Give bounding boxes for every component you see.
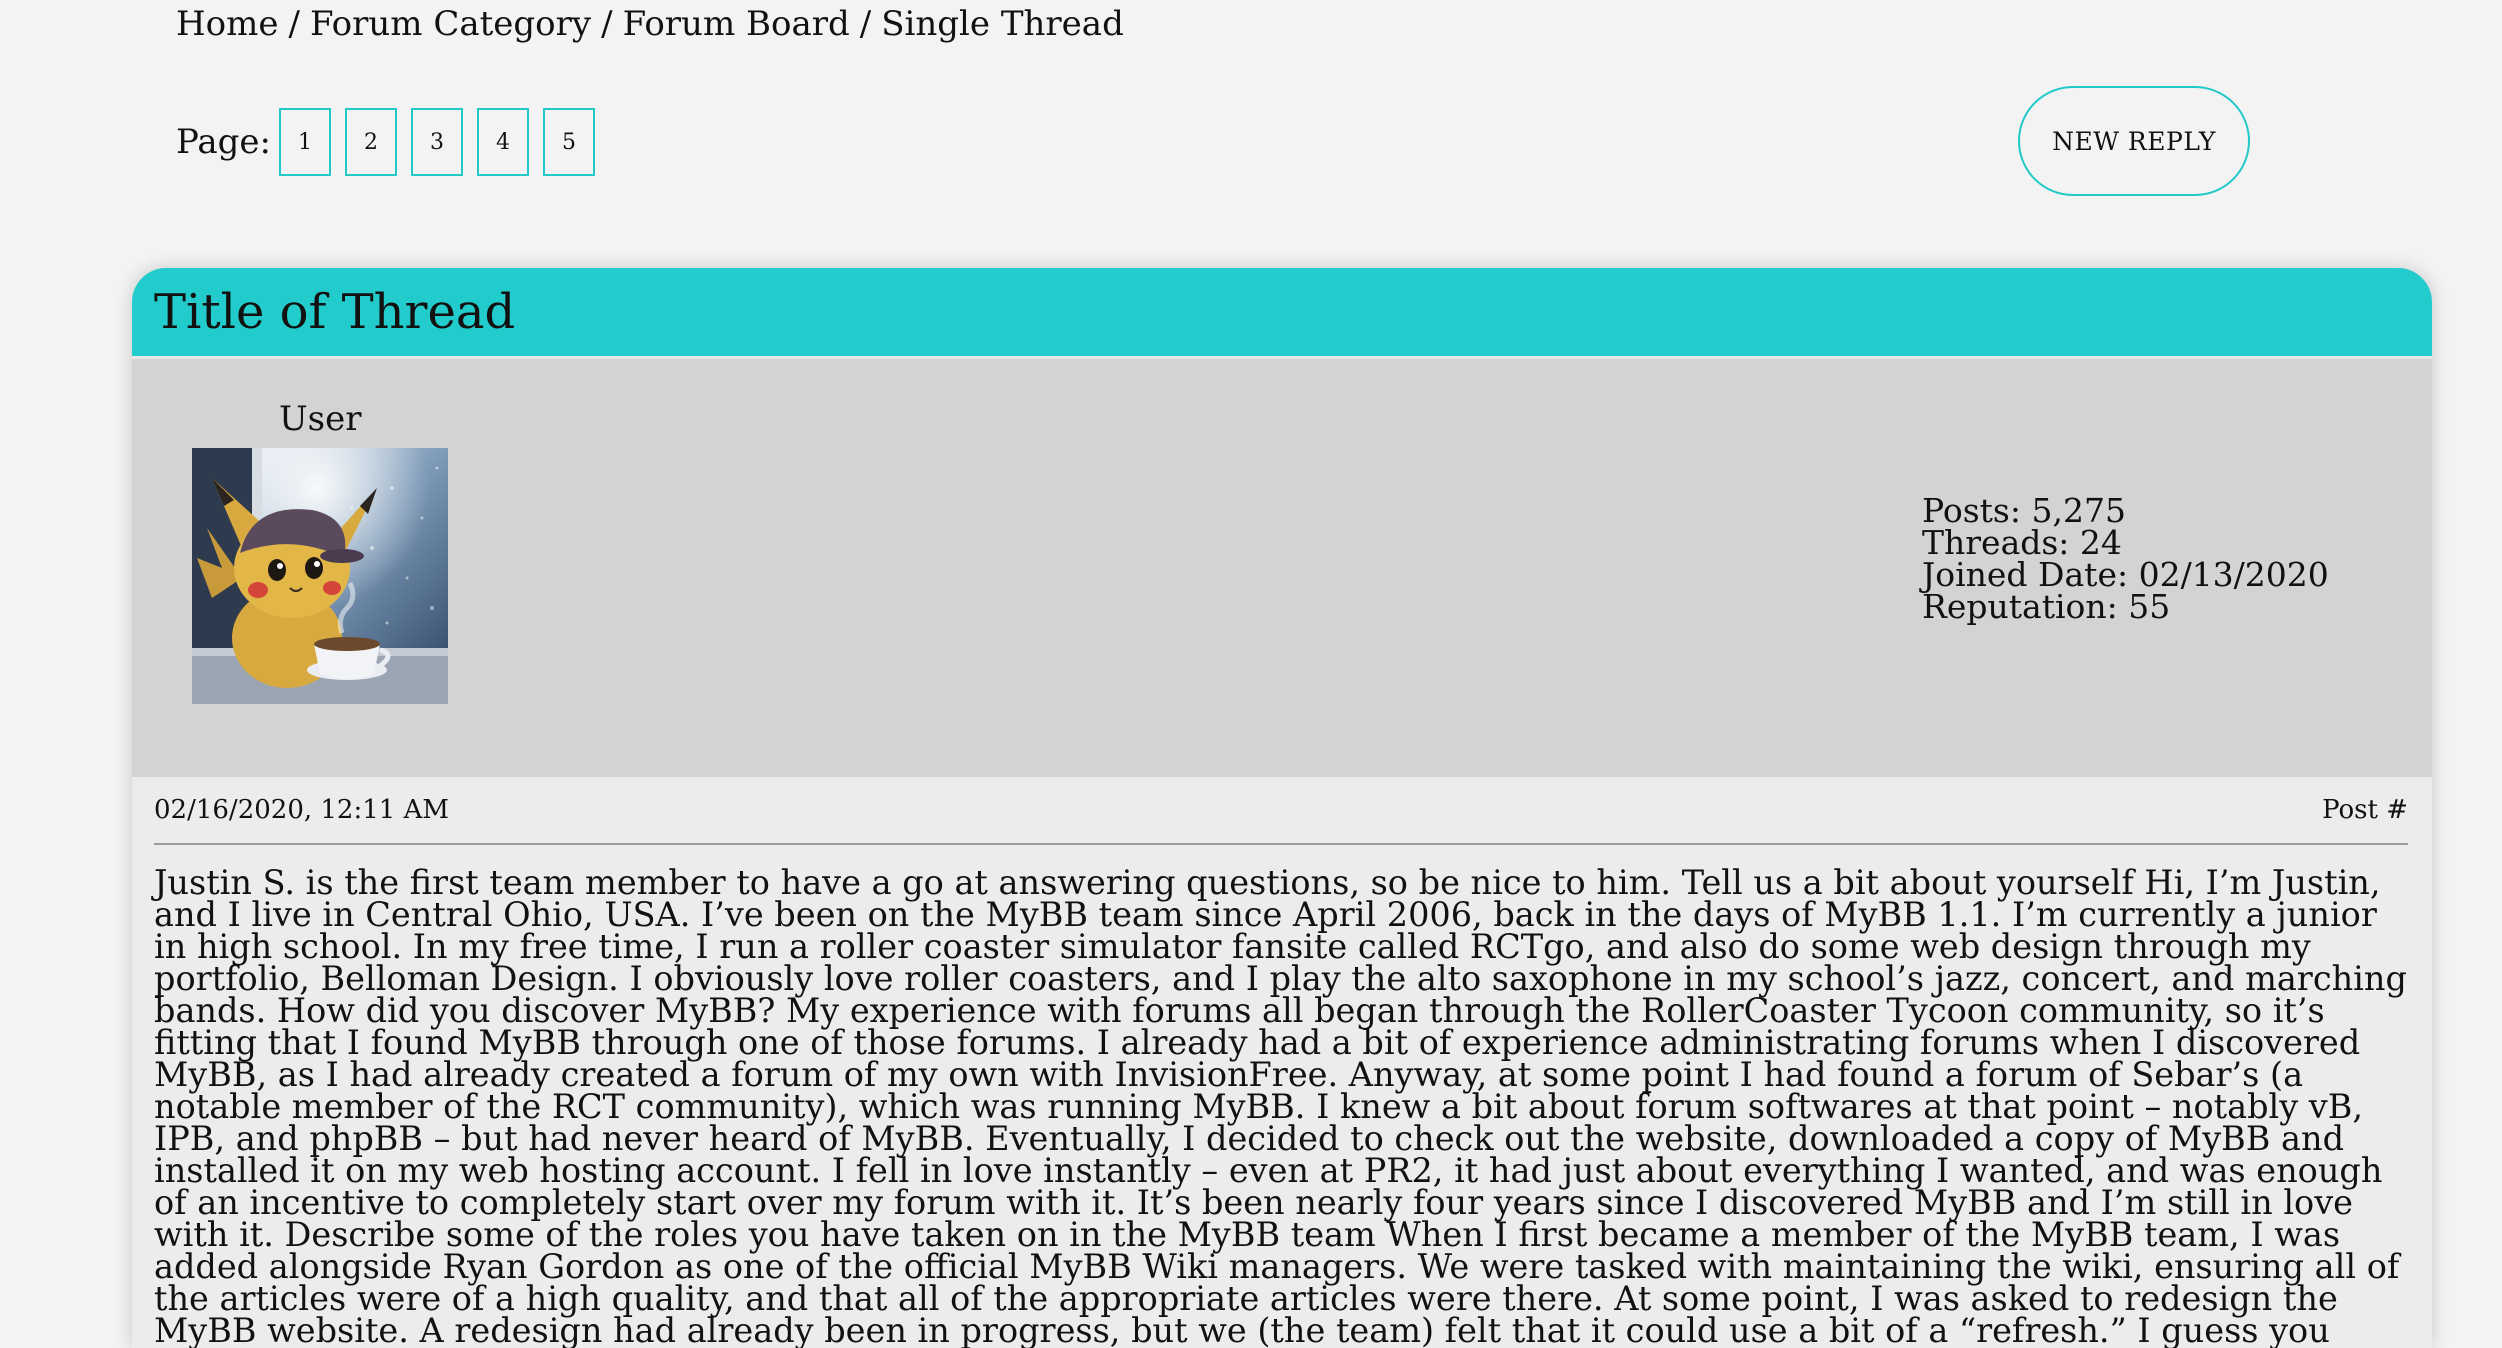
new-reply-button[interactable]: NEW REPLY bbox=[2018, 86, 2250, 196]
page-button-2[interactable]: 2 bbox=[344, 108, 397, 176]
pagination: Page: 1 2 3 4 5 bbox=[176, 108, 609, 176]
user-name[interactable]: User bbox=[279, 399, 361, 439]
breadcrumb-separator: / bbox=[288, 4, 300, 44]
page-button-4[interactable]: 4 bbox=[476, 108, 529, 176]
post-date: 02/16/2020, 12:11 AM bbox=[154, 795, 449, 825]
breadcrumb-forum-category[interactable]: Forum Category bbox=[310, 4, 591, 44]
page-button-5[interactable]: 5 bbox=[542, 108, 595, 176]
thread-title: Title of Thread bbox=[154, 284, 516, 340]
breadcrumb-current: Single Thread bbox=[881, 4, 1124, 44]
pagination-label: Page: bbox=[176, 122, 271, 162]
breadcrumb: Home / Forum Category / Forum Board / Single T… bbox=[176, 2, 1124, 46]
post-body: Justin S. is the first team member to ha… bbox=[154, 863, 2407, 1348]
avatar[interactable] bbox=[192, 448, 448, 704]
thread-card: Title of Thread User Posts: 5,275 Thread… bbox=[132, 268, 2432, 1348]
user-reputation: Reputation: 55 bbox=[1922, 587, 2171, 626]
page-button-1[interactable]: 1 bbox=[278, 108, 331, 176]
page-button-3[interactable]: 3 bbox=[410, 108, 463, 176]
breadcrumb-separator: / bbox=[601, 4, 613, 44]
breadcrumb-home[interactable]: Home bbox=[176, 4, 278, 44]
user-stats: Posts: 5,275 Threads: 24 Joined Date: 02… bbox=[1922, 494, 2329, 626]
post-meta: 02/16/2020, 12:11 AM Post # bbox=[154, 777, 2408, 845]
breadcrumb-forum-board[interactable]: Forum Board bbox=[623, 4, 850, 44]
user-panel: User Posts: 5,275 Threads: 24 Joined Dat… bbox=[132, 356, 2432, 777]
post-number-link[interactable]: Post # bbox=[2322, 795, 2408, 825]
thread-header: Title of Thread bbox=[132, 268, 2432, 356]
pikachu-with-coffee-avatar-icon bbox=[192, 448, 448, 704]
breadcrumb-separator: / bbox=[859, 4, 872, 44]
